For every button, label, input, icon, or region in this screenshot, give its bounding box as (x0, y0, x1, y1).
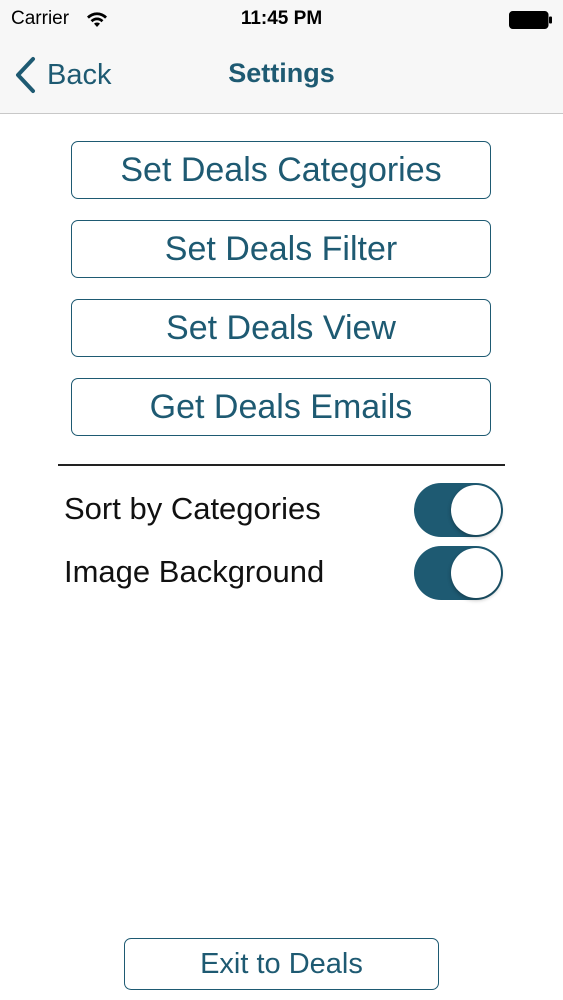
toggle-knob (451, 548, 501, 598)
sort-by-categories-toggle[interactable] (414, 483, 503, 537)
toggle-knob (451, 485, 501, 535)
set-deals-filter-button[interactable]: Set Deals Filter (71, 220, 491, 278)
image-background-row: Image Background (64, 546, 504, 602)
sort-by-categories-row: Sort by Categories (64, 483, 504, 539)
status-bar: Carrier 11:45 PM (0, 0, 563, 38)
set-deals-view-button[interactable]: Set Deals View (71, 299, 491, 357)
page-title: Settings (228, 58, 335, 88)
set-deals-categories-button[interactable]: Set Deals Categories (71, 141, 491, 199)
get-deals-emails-button[interactable]: Get Deals Emails (71, 378, 491, 436)
exit-to-deals-button[interactable]: Exit to Deals (124, 938, 439, 990)
navigation-bar: Back Settings (0, 38, 563, 114)
battery-icon (509, 11, 552, 29)
sort-by-categories-label: Sort by Categories (64, 491, 321, 526)
status-time: 11:45 PM (240, 8, 323, 29)
image-background-toggle[interactable] (414, 546, 503, 600)
section-divider (58, 464, 505, 466)
image-background-label: Image Background (64, 554, 325, 589)
